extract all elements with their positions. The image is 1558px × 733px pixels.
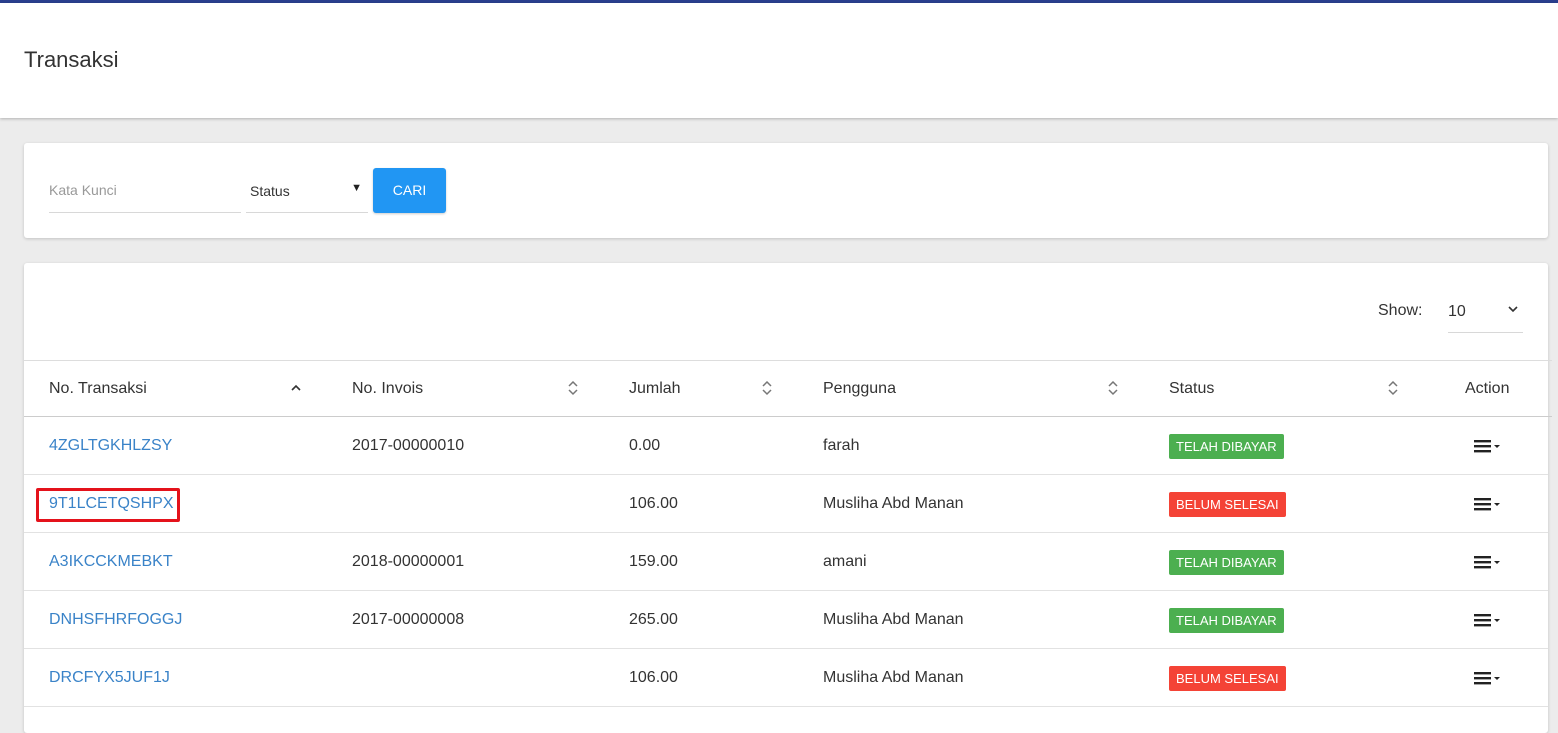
header-action: Action bbox=[1465, 380, 1510, 397]
transactions-panel: Show: 10 No. Transaksi No. Invois Jumlah… bbox=[24, 263, 1552, 733]
header-no-transaksi[interactable]: No. Transaksi bbox=[49, 380, 147, 398]
table-row: A3IKCCKMEBKT 2018-00000001 159.00 amani … bbox=[24, 533, 1548, 591]
hamburger-menu-icon[interactable] bbox=[1472, 611, 1502, 629]
amount: 0.00 bbox=[629, 437, 661, 454]
hamburger-menu-icon[interactable] bbox=[1472, 553, 1502, 571]
status-badge: TELAH DIBAYAR bbox=[1169, 550, 1284, 575]
status-badge: BELUM SELESAI bbox=[1169, 666, 1286, 691]
hamburger-menu-icon[interactable] bbox=[1472, 495, 1502, 513]
transaction-link[interactable]: DNHSFHRFOGGJ bbox=[49, 611, 182, 629]
search-button[interactable]: CARI bbox=[373, 168, 446, 213]
user-name: Musliha Abd Manan bbox=[823, 669, 964, 686]
amount: 159.00 bbox=[629, 553, 678, 570]
status-select-label: Status bbox=[250, 183, 290, 199]
header-no-invois[interactable]: No. Invois bbox=[352, 380, 423, 398]
sort-icon[interactable] bbox=[1106, 378, 1120, 398]
user-name: amani bbox=[823, 553, 867, 570]
hamburger-menu-icon[interactable] bbox=[1472, 669, 1502, 687]
user-name: Musliha Abd Manan bbox=[823, 495, 964, 512]
hamburger-menu-icon[interactable] bbox=[1472, 437, 1502, 455]
sort-icon[interactable] bbox=[1386, 378, 1400, 398]
header-pengguna[interactable]: Pengguna bbox=[823, 380, 896, 398]
amount: 106.00 bbox=[629, 669, 678, 686]
invoice-number: 2017-00000010 bbox=[352, 437, 465, 454]
keyword-input[interactable] bbox=[49, 168, 241, 213]
header-jumlah[interactable]: Jumlah bbox=[629, 380, 681, 398]
search-panel: Status ▼ CARI bbox=[24, 143, 1548, 238]
chevron-down-icon bbox=[1508, 306, 1518, 313]
status-badge: TELAH DIBAYAR bbox=[1169, 608, 1284, 633]
user-name: farah bbox=[823, 437, 860, 454]
page-header: Transaksi bbox=[0, 3, 1558, 118]
table-row: DNHSFHRFOGGJ 2017-00000008 265.00 Muslih… bbox=[24, 591, 1548, 649]
sort-icon[interactable] bbox=[566, 378, 580, 398]
invoice-number: 2018-00000001 bbox=[352, 553, 465, 570]
transaction-link[interactable]: 4ZGLTGKHLZSY bbox=[49, 437, 172, 455]
transaction-link[interactable]: 9T1LCETQSHPX bbox=[49, 495, 173, 513]
transaction-link[interactable]: A3IKCCKMEBKT bbox=[49, 553, 173, 571]
amount: 106.00 bbox=[629, 495, 678, 512]
page-title: Transaksi bbox=[24, 47, 119, 72]
chevron-up-icon[interactable] bbox=[289, 378, 303, 398]
status-badge: BELUM SELESAI bbox=[1169, 492, 1286, 517]
invoice-number: 2017-00000008 bbox=[352, 611, 465, 628]
caret-down-icon: ▼ bbox=[351, 182, 362, 194]
table-row: DRCFYX5JUF1J 106.00 Musliha Abd Manan BE… bbox=[24, 649, 1548, 707]
header-status[interactable]: Status bbox=[1169, 380, 1214, 398]
table-header: No. Transaksi No. Invois Jumlah Pengguna… bbox=[24, 360, 1552, 417]
table-row: 4ZGLTGKHLZSY 2017-00000010 0.00 farah TE… bbox=[24, 417, 1548, 475]
status-select[interactable]: Status ▼ bbox=[246, 168, 368, 213]
user-name: Musliha Abd Manan bbox=[823, 611, 964, 628]
table-row: 9T1LCETQSHPX 106.00 Musliha Abd Manan BE… bbox=[24, 475, 1548, 533]
page-size-select[interactable]: 10 bbox=[1448, 293, 1523, 333]
transaction-link[interactable]: DRCFYX5JUF1J bbox=[49, 669, 170, 687]
sort-icon[interactable] bbox=[760, 378, 774, 398]
show-label: Show: bbox=[1378, 302, 1423, 319]
amount: 265.00 bbox=[629, 611, 678, 628]
status-badge: TELAH DIBAYAR bbox=[1169, 434, 1284, 459]
page-size-value: 10 bbox=[1448, 303, 1466, 320]
